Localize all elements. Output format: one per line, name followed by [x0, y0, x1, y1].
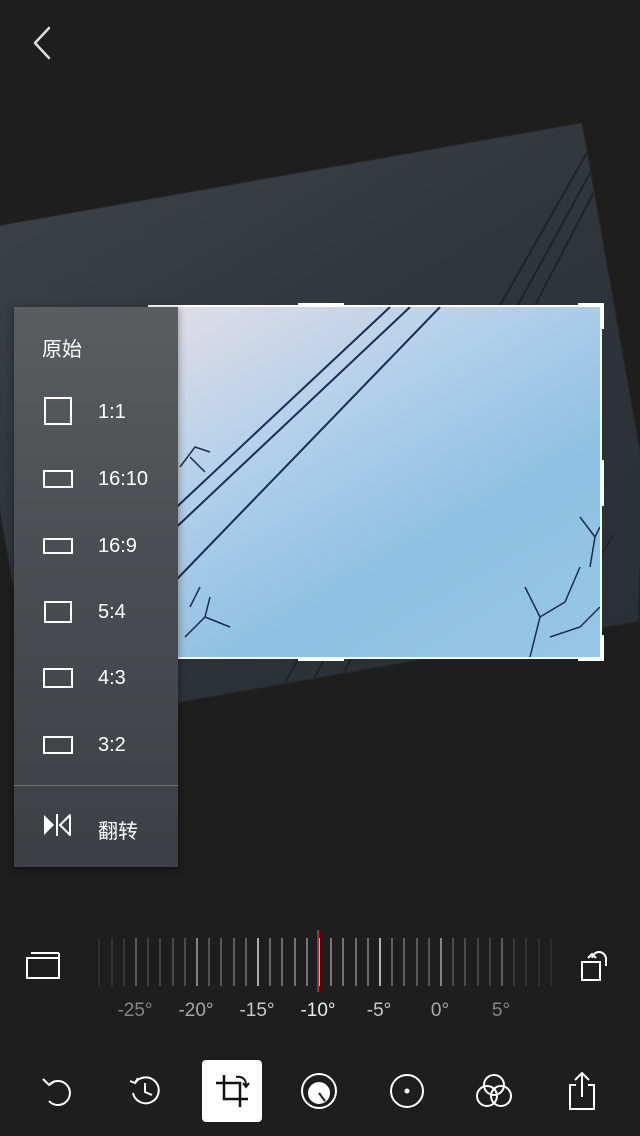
crop-handle-top-middle[interactable] — [298, 303, 344, 307]
ratio-item-3-2[interactable]: 3:2 — [14, 715, 178, 775]
ruler-label: -25° — [117, 1000, 153, 1021]
ruler-minor-tick — [537, 938, 540, 986]
crop-rotate-icon — [216, 1075, 250, 1107]
ruler-minor-tick — [147, 938, 150, 986]
crop-rotate-button[interactable] — [202, 1060, 262, 1122]
back-button[interactable] — [22, 22, 66, 66]
ruler-minor-tick — [415, 938, 418, 986]
ruler-minor-tick — [525, 938, 528, 986]
square-ratio-icon — [44, 397, 72, 425]
rect-ratio-icon — [43, 736, 73, 754]
adjust-dial-icon — [301, 1073, 337, 1109]
photo-preview — [150, 307, 600, 657]
ruler-minor-tick — [220, 938, 223, 986]
ruler-minor-tick — [208, 938, 211, 986]
adjust-button[interactable] — [289, 1060, 349, 1122]
ruler-label: 0° — [430, 1000, 450, 1021]
aspect-ratio-button[interactable] — [24, 948, 64, 982]
flip-icon — [44, 814, 71, 836]
ruler-minor-tick — [366, 938, 369, 986]
ruler-label: -15° — [239, 1000, 275, 1021]
ruler-minor-tick — [244, 938, 247, 986]
ruler-minor-tick — [452, 938, 455, 986]
vignette-icon — [390, 1074, 424, 1108]
ruler-minor-tick — [464, 938, 467, 986]
ruler-minor-tick — [391, 938, 394, 986]
crop-handle-right-middle[interactable] — [600, 460, 604, 506]
rect-ratio-icon — [43, 538, 73, 554]
rect-ratio-icon — [43, 668, 73, 688]
ratio-item-5-4[interactable]: 5:4 — [14, 582, 178, 642]
ruler-label: -10° — [300, 1000, 336, 1021]
ruler-minor-tick — [427, 938, 430, 986]
ruler-minor-tick — [305, 938, 308, 986]
ruler-minor-tick — [159, 938, 162, 986]
history-button[interactable] — [115, 1060, 175, 1122]
ruler-minor-tick — [488, 938, 491, 986]
share-button[interactable] — [552, 1060, 612, 1122]
ruler-minor-tick — [98, 938, 101, 986]
menu-divider — [14, 785, 178, 786]
undo-button[interactable] — [27, 1060, 87, 1122]
filters-icon — [476, 1074, 512, 1107]
aspect-ratio-menu: 原始 1:1 16:10 16:9 5:4 4:3 3:2 翻转 — [14, 307, 178, 867]
ruler-minor-tick — [171, 938, 174, 986]
flip-button[interactable]: 翻转 — [14, 797, 178, 857]
ruler-major-tick — [257, 938, 259, 986]
ruler-minor-tick — [269, 938, 272, 986]
ruler-major-tick — [501, 938, 503, 986]
aspect-ratio-icon — [26, 952, 60, 979]
chevron-left-icon — [33, 26, 51, 60]
ruler-minor-tick — [293, 938, 296, 986]
ratio-original[interactable]: 原始 — [42, 333, 82, 362]
history-icon — [129, 1076, 160, 1105]
crop-handle-bottom-middle[interactable] — [298, 657, 344, 661]
crop-handle-bottom-right-v[interactable] — [600, 635, 604, 661]
ruler-minor-tick — [513, 938, 516, 986]
ruler-label: -5° — [366, 1000, 392, 1021]
ruler-minor-tick — [342, 938, 345, 986]
ruler-minor-tick — [330, 938, 333, 986]
ruler-major-tick — [379, 938, 381, 986]
ruler-minor-tick — [122, 938, 125, 986]
rotate-icon — [581, 951, 607, 981]
filters-button[interactable] — [464, 1060, 524, 1122]
crop-handle-top-right-v[interactable] — [600, 303, 604, 329]
bottom-toolbar — [0, 1060, 640, 1126]
ruler-minor-tick — [183, 938, 186, 986]
angle-ruler[interactable] — [90, 932, 552, 992]
rect-ratio-icon — [44, 601, 72, 623]
rect-ratio-icon — [43, 470, 73, 488]
ruler-minor-tick — [110, 938, 113, 986]
ruler-major-tick — [440, 938, 442, 986]
ruler-minor-tick — [354, 938, 357, 986]
ratio-item-1-1[interactable]: 1:1 — [14, 382, 178, 442]
ratio-item-16-10[interactable]: 16:10 — [14, 449, 178, 509]
vignette-button[interactable] — [377, 1060, 437, 1122]
ruler-minor-tick — [476, 938, 479, 986]
ruler-label: 5° — [491, 1000, 511, 1021]
ruler-minor-tick — [403, 938, 406, 986]
undo-icon — [42, 1078, 71, 1106]
crop-area[interactable] — [148, 305, 602, 659]
ruler-major-tick — [135, 938, 137, 986]
rotate-90-button[interactable] — [576, 944, 616, 984]
ruler-label: -20° — [178, 1000, 214, 1021]
ratio-item-4-3[interactable]: 4:3 — [14, 648, 178, 708]
angle-indicator — [317, 930, 319, 992]
ruler-minor-tick — [232, 938, 235, 986]
share-icon — [569, 1071, 595, 1110]
ruler-minor-tick — [281, 938, 284, 986]
ratio-item-16-9[interactable]: 16:9 — [14, 516, 178, 576]
ruler-minor-tick — [549, 938, 552, 986]
ruler-major-tick — [196, 938, 198, 986]
